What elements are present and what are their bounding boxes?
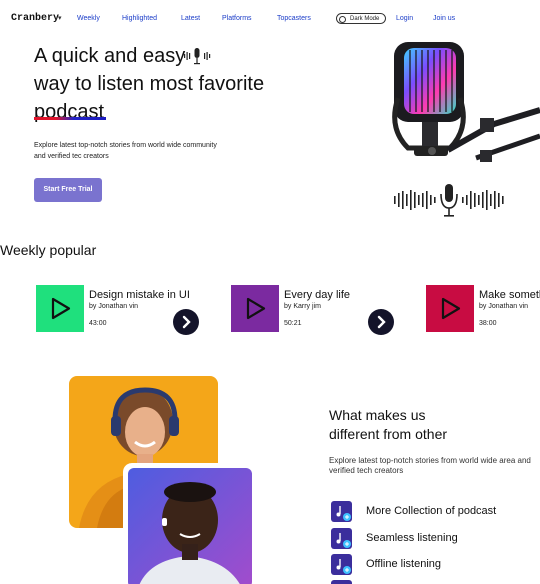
microphone-wave-icon: [184, 48, 211, 65]
feature-item: Seamless listening: [331, 528, 540, 550]
man-with-earbuds-photo: [123, 463, 257, 584]
podcast-author: by Karry jim: [284, 303, 321, 310]
top-navigation: Cranbery ▾ Weekly Highlighted Latest Pla…: [0, 0, 540, 38]
podcast-title: Every day life: [284, 289, 351, 301]
nav-link-platforms[interactable]: Platforms: [222, 15, 252, 22]
podcast-duration: 50:21: [284, 320, 302, 327]
podcast-title: Design mistake in UI: [89, 289, 190, 301]
hero-description: Explore latest top-notch stories from wo…: [34, 142, 217, 160]
play-icon: [441, 297, 461, 320]
features-description: Explore latest top-notch stories from wo…: [329, 456, 531, 475]
dark-mode-toggle[interactable]: Dark Mode: [336, 13, 386, 24]
music-note-icon: [331, 501, 352, 522]
feature-item: More Collection of podcast: [331, 501, 540, 523]
toggle-knob: [339, 15, 346, 23]
brand-dropdown-icon[interactable]: ▾: [58, 14, 62, 22]
podcast-title: Make something: [479, 289, 540, 301]
chevron-right-icon: [377, 315, 386, 329]
podcast-card[interactable]: Design mistake in UI by Jonathan vin 43:…: [36, 285, 216, 335]
hero-title-underline: [34, 117, 106, 120]
chevron-right-icon: [182, 315, 191, 329]
feature-item-partial: [331, 580, 540, 584]
start-free-trial-button[interactable]: Start Free Trial: [34, 178, 102, 202]
podcast-thumbnail[interactable]: [36, 285, 84, 332]
feature-label: More Collection of podcast: [366, 505, 497, 517]
brand-logo[interactable]: Cranbery: [11, 13, 59, 24]
weekly-popular-title: Weekly popular: [0, 242, 97, 258]
podcast-author: by Jonathan vin: [479, 303, 529, 310]
next-arrow-button[interactable]: [173, 309, 199, 335]
nav-link-latest[interactable]: Latest: [181, 15, 200, 22]
dark-mode-label: Dark Mode: [350, 15, 380, 22]
music-note-icon: [331, 554, 352, 575]
podcast-card[interactable]: Every day life by Karry jim 50:21: [231, 285, 411, 335]
login-link[interactable]: Login: [396, 15, 413, 22]
feature-item: Offline listening: [331, 554, 540, 576]
play-icon: [51, 297, 71, 320]
podcast-card[interactable]: Make something by Jonathan vin 38:00: [426, 285, 540, 333]
podcast-microphone-image: [392, 42, 540, 162]
features-title-line2: different from other: [329, 426, 448, 442]
nav-link-highlighted[interactable]: Highlighted: [122, 15, 157, 22]
hero-title-line2: way to listen most favorite: [34, 73, 265, 95]
podcast-thumbnail[interactable]: [426, 285, 474, 332]
join-link[interactable]: Join us: [433, 15, 455, 22]
features-title-line1: What makes us: [329, 407, 426, 423]
music-note-icon: [331, 528, 352, 549]
audio-waveform-icon: [394, 184, 504, 217]
next-arrow-button[interactable]: [368, 309, 394, 335]
play-icon: [246, 297, 266, 320]
hero-title-line3: podcast: [34, 101, 105, 123]
podcast-duration: 43:00: [89, 320, 107, 327]
podcast-duration: 38:00: [479, 320, 497, 327]
feature-label: Seamless listening: [366, 532, 458, 544]
podcast-thumbnail[interactable]: [231, 285, 279, 332]
nav-link-weekly[interactable]: Weekly: [77, 15, 100, 22]
features-title: What makes us different from other: [329, 406, 447, 444]
music-note-icon: [331, 580, 352, 584]
feature-label: Offline listening: [366, 558, 442, 570]
nav-link-topcasters[interactable]: Topcasters: [277, 15, 311, 22]
podcast-author: by Jonathan vin: [89, 303, 139, 310]
